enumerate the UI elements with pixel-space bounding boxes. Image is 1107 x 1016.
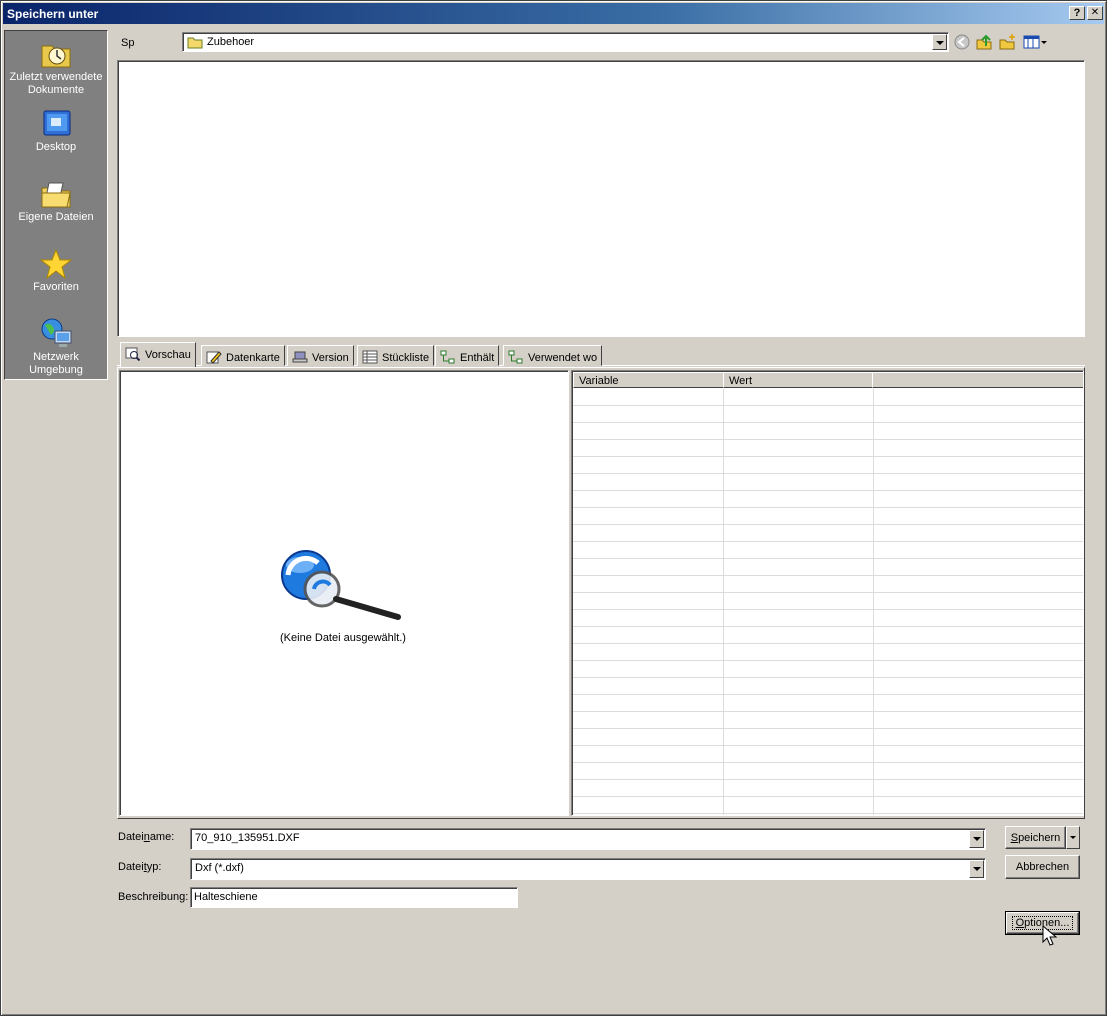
grid-column-divider [873, 389, 874, 815]
description-label: Beschreibung: [118, 891, 189, 903]
place-network[interactable]: Netzwerk Umgebung [5, 317, 107, 377]
version-icon [292, 351, 308, 363]
filetype-label: Dateityp: [118, 861, 162, 873]
place-favorites[interactable]: Favoriten [5, 249, 107, 294]
filename-dropdown-button[interactable] [969, 830, 984, 848]
back-icon[interactable] [953, 33, 971, 51]
save-options-dropdown-button[interactable] [1066, 826, 1080, 849]
tab-label: Verwendet wo [528, 352, 598, 364]
filetype-value: Dxf (*.dxf) [195, 862, 244, 874]
look-in-dropdown-button[interactable] [932, 34, 947, 50]
file-list[interactable] [117, 60, 1085, 337]
place-label: Zuletzt verwendete Dokumente [9, 71, 103, 96]
title-bar[interactable]: Speichern unter ? ✕ [3, 3, 1104, 24]
desktop-icon [43, 110, 71, 136]
new-folder-icon[interactable] [998, 33, 1016, 51]
place-label: Netzwerk Umgebung [29, 351, 83, 376]
place-desktop[interactable]: Desktop [5, 109, 107, 154]
tab-label: Version [312, 352, 349, 364]
grid-column-divider [723, 389, 724, 815]
save-as-dialog: Speichern unter ? ✕ Zuletzt verwendete D… [0, 0, 1107, 1016]
tab-where-used[interactable]: Verwendet wo [503, 345, 603, 366]
place-label: Eigene Dateien [18, 211, 94, 223]
places-bar: Zuletzt verwendete Dokumente Desktop Eig… [4, 30, 108, 380]
preview-pane: (Keine Datei ausgewählt.) [119, 370, 569, 816]
tab-bom[interactable]: Stückliste [357, 345, 435, 366]
column-header-variable[interactable]: Variable [573, 372, 724, 388]
close-button[interactable]: ✕ [1087, 6, 1103, 20]
recent-documents-icon [41, 45, 71, 68]
description-value: Halteschiene [194, 891, 258, 903]
up-folder-icon[interactable] [975, 33, 993, 51]
filename-label: Dateiname: [118, 831, 175, 843]
tab-label: Datenkarte [226, 352, 280, 364]
description-input[interactable]: Halteschiene [190, 887, 518, 908]
view-menu-icon[interactable] [1022, 33, 1048, 51]
filename-value: 70_910_135951.DXF [195, 832, 300, 844]
filename-combobox[interactable]: 70_910_135951.DXF [190, 828, 986, 850]
network-neighborhood-icon [41, 318, 72, 347]
column-header-empty[interactable] [872, 372, 1083, 388]
save-button[interactable]: Speichern [1005, 826, 1066, 849]
my-documents-icon [41, 182, 71, 208]
help-button[interactable]: ? [1069, 6, 1085, 20]
properties-grid[interactable]: Variable Wert [571, 370, 1084, 816]
no-file-magnifier-icon [281, 550, 401, 620]
look-in-value: Zubehoer [207, 36, 255, 48]
folder-icon [187, 37, 203, 49]
tab-label: Enthält [460, 352, 495, 364]
tab-version[interactable]: Version [287, 345, 354, 366]
datacard-icon [206, 351, 222, 364]
contains-icon [440, 350, 455, 364]
place-label: Favoriten [33, 281, 79, 293]
tab-label: Vorschau [145, 349, 191, 361]
window-title: Speichern unter [7, 7, 99, 21]
look-in-combobox[interactable]: Zubehoer [182, 32, 949, 52]
favorites-star-icon [39, 249, 73, 279]
tab-label: Stückliste [382, 352, 430, 364]
preview-icon [125, 347, 141, 362]
bom-list-icon [362, 350, 378, 364]
mouse-cursor-icon [1042, 925, 1058, 946]
cancel-button[interactable]: Abbrechen [1005, 855, 1080, 879]
place-my-documents[interactable]: Eigene Dateien [5, 179, 107, 224]
place-recent-documents[interactable]: Zuletzt verwendete Dokumente [5, 39, 107, 97]
filetype-dropdown-button[interactable] [969, 860, 984, 878]
no-file-selected-text: (Keine Datei ausgewählt.) [280, 632, 406, 644]
look-in-label: Sp [121, 37, 135, 49]
tab-contains[interactable]: Enthält [435, 345, 500, 366]
grid-rows [573, 389, 1083, 815]
column-header-wert[interactable]: Wert [723, 372, 873, 388]
filetype-combobox[interactable]: Dxf (*.dxf) [190, 858, 986, 880]
tab-preview[interactable]: Vorschau [120, 342, 196, 367]
tab-datacard[interactable]: Datenkarte [201, 345, 285, 366]
place-label: Desktop [35, 141, 77, 153]
where-used-icon [508, 350, 523, 364]
